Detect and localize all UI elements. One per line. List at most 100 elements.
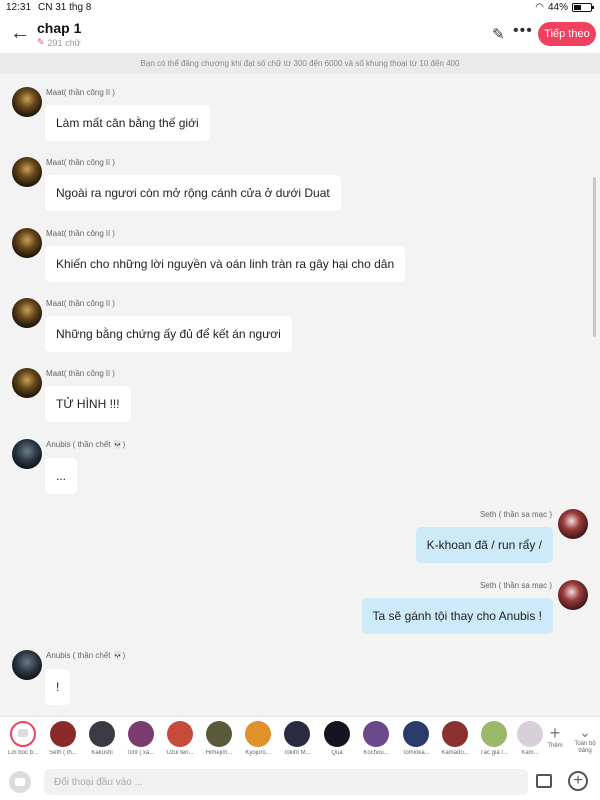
add-character-label: Thêm	[547, 743, 563, 749]
character-avatar	[206, 721, 232, 747]
message-bubble[interactable]: ...	[45, 458, 78, 494]
message-bubble[interactable]: !	[45, 669, 71, 705]
dialogue-input[interactable]	[44, 769, 528, 795]
message-bubble[interactable]: K-khoan đã / run rẩy /	[415, 527, 553, 563]
message-bubble[interactable]: Ta sẽ gánh tội thay cho Anubis !	[361, 598, 553, 634]
character-avatar	[324, 721, 350, 747]
character-name: 039 ( xà...	[127, 750, 155, 756]
scrollbar[interactable]	[593, 177, 596, 337]
character-item[interactable]: Uzui ten...	[162, 721, 198, 756]
next-button[interactable]: Tiếp theo	[538, 22, 596, 46]
sender-name: Seth ( thần sa mạc )	[479, 510, 552, 519]
character-avatar	[50, 721, 76, 747]
character-avatar	[245, 721, 271, 747]
character-item[interactable]: Kakushi	[84, 721, 120, 756]
narrator-icon	[10, 721, 36, 747]
message-bubble[interactable]: Những bằng chứng ấy đủ để kết án ngươi	[45, 316, 292, 352]
message-left[interactable]: Maat( thần công lí ) Ngoài ra ngươi còn …	[0, 144, 600, 214]
message-right[interactable]: Seth ( thần sa mạc ) K-khoan đã / run rẩ…	[0, 505, 600, 575]
character-avatar	[481, 721, 507, 747]
image-icon[interactable]	[536, 774, 552, 788]
avatar-maat[interactable]	[12, 228, 42, 258]
message-left[interactable]: Maat( thần công lí ) Những bằng chứng ấy…	[0, 285, 600, 355]
character-item[interactable]: Tomioka...	[398, 721, 434, 756]
character-item[interactable]: Himejim...	[201, 721, 237, 756]
avatar-maat[interactable]	[12, 368, 42, 398]
status-right: ◠ 44%	[535, 2, 594, 13]
word-count-label: 291 chữ	[47, 37, 81, 48]
word-count: ✎ 291 chữ	[37, 37, 81, 48]
character-name: Qua	[331, 750, 343, 756]
character-item[interactable]: Seth ( th...	[45, 721, 81, 756]
edit-icon: ✎	[492, 26, 505, 43]
character-name: Tác giả /...	[479, 750, 508, 756]
battery-icon	[572, 3, 594, 12]
avatar-seth[interactable]	[558, 509, 588, 539]
message-bubble[interactable]: TỬ HÌNH !!!	[45, 386, 131, 422]
message-left[interactable]: Anubis ( thần chết 💀) !	[0, 647, 600, 714]
character-avatar	[517, 721, 543, 747]
avatar-maat[interactable]	[12, 298, 42, 328]
message-bubble[interactable]: Khiến cho những lời nguyền và oán linh t…	[45, 246, 406, 282]
character-item[interactable]: 039 ( xà...	[123, 721, 159, 756]
chapter-title: chap 1	[37, 20, 82, 36]
message-right[interactable]: Seth ( thần sa mạc ) Ta sẽ gánh tội thay…	[0, 576, 600, 646]
status-date: CN 31 thg 8	[38, 2, 92, 13]
sender-name: Anubis ( thần chết 💀)	[46, 440, 126, 449]
character-avatar	[167, 721, 193, 747]
more-button[interactable]: •••	[513, 22, 533, 40]
add-icon[interactable]: +	[568, 771, 588, 791]
sender-name: Maat( thần công lí )	[46, 229, 115, 238]
character-item[interactable]: Tokito M...	[279, 721, 315, 756]
avatar-anubis[interactable]	[12, 650, 42, 680]
character-avatar	[442, 721, 468, 747]
character-name: Kyojuro...	[245, 750, 271, 756]
publish-notice: Bạn có thể đăng chương khi đạt số chữ từ…	[0, 53, 600, 74]
character-name: Himejim...	[205, 750, 233, 756]
character-narrator[interactable]: Lời bốc b...	[5, 721, 41, 756]
status-time: 12:31	[6, 2, 32, 13]
character-name: Seth ( th...	[49, 750, 77, 756]
message-bubble[interactable]: Làm mất cân bằng thế giới	[45, 105, 210, 141]
sender-name: Seth ( thần sa mạc )	[479, 581, 552, 590]
character-item[interactable]: Qua	[319, 721, 355, 756]
message-bubble[interactable]: Ngoài ra ngươi còn mở rộng cánh cửa ở dư…	[45, 175, 341, 211]
character-name: Tomioka...	[402, 750, 430, 756]
sender-name: Maat( thần công lí )	[46, 299, 115, 308]
message-left[interactable]: Maat( thần công lí ) Khiến cho những lời…	[0, 215, 600, 285]
back-button[interactable]: ←	[10, 23, 32, 45]
input-bar: +	[0, 763, 600, 800]
all-characters-button[interactable]: ⌄ Toàn bộ bảng	[572, 723, 598, 755]
sender-name: Maat( thần công lí )	[46, 158, 115, 167]
message-left[interactable]: Anubis ( thần chết 💀) ...	[0, 426, 600, 498]
character-item[interactable]: Kochou...	[358, 721, 394, 756]
character-avatar	[403, 721, 429, 747]
character-name: Kakushi	[91, 750, 113, 756]
character-name: Kochou...	[363, 750, 389, 756]
character-name: Kamado...	[441, 750, 469, 756]
sender-name: Anubis ( thần chết 💀)	[46, 651, 126, 660]
message-left[interactable]: Maat( thần công lí ) TỬ HÌNH !!!	[0, 355, 600, 425]
character-item[interactable]: Tác giả /...	[476, 721, 512, 756]
sender-name: Maat( thần công lí )	[46, 369, 115, 378]
wifi-icon: ◠	[535, 2, 544, 13]
character-avatar	[89, 721, 115, 747]
message-left[interactable]: Maat( thần công lí ) Làm mất cân bằng th…	[0, 74, 600, 144]
avatar-seth[interactable]	[558, 580, 588, 610]
status-bar: 12:31 CN 31 thg 8 ◠ 44%	[0, 0, 600, 16]
avatar-maat[interactable]	[12, 87, 42, 117]
message-type-button[interactable]	[9, 771, 31, 793]
avatar-maat[interactable]	[12, 157, 42, 187]
plus-icon: +	[549, 723, 561, 743]
avatar-anubis[interactable]	[12, 439, 42, 469]
character-item[interactable]: Kyojuro...	[240, 721, 276, 756]
character-name: Uzui ten...	[166, 750, 194, 756]
all-characters-label: Toàn bộ bảng	[574, 741, 596, 754]
arrow-left-icon: ←	[10, 22, 30, 44]
character-bar: Lời bốc b... Seth ( th... Kakushi 039 ( …	[0, 716, 600, 763]
edit-button[interactable]: ✎	[492, 25, 505, 43]
add-character-button[interactable]: + Thêm	[543, 723, 567, 749]
character-avatar	[128, 721, 154, 747]
character-item[interactable]: Kamado...	[437, 721, 473, 756]
character-name: Kam...	[521, 750, 539, 756]
